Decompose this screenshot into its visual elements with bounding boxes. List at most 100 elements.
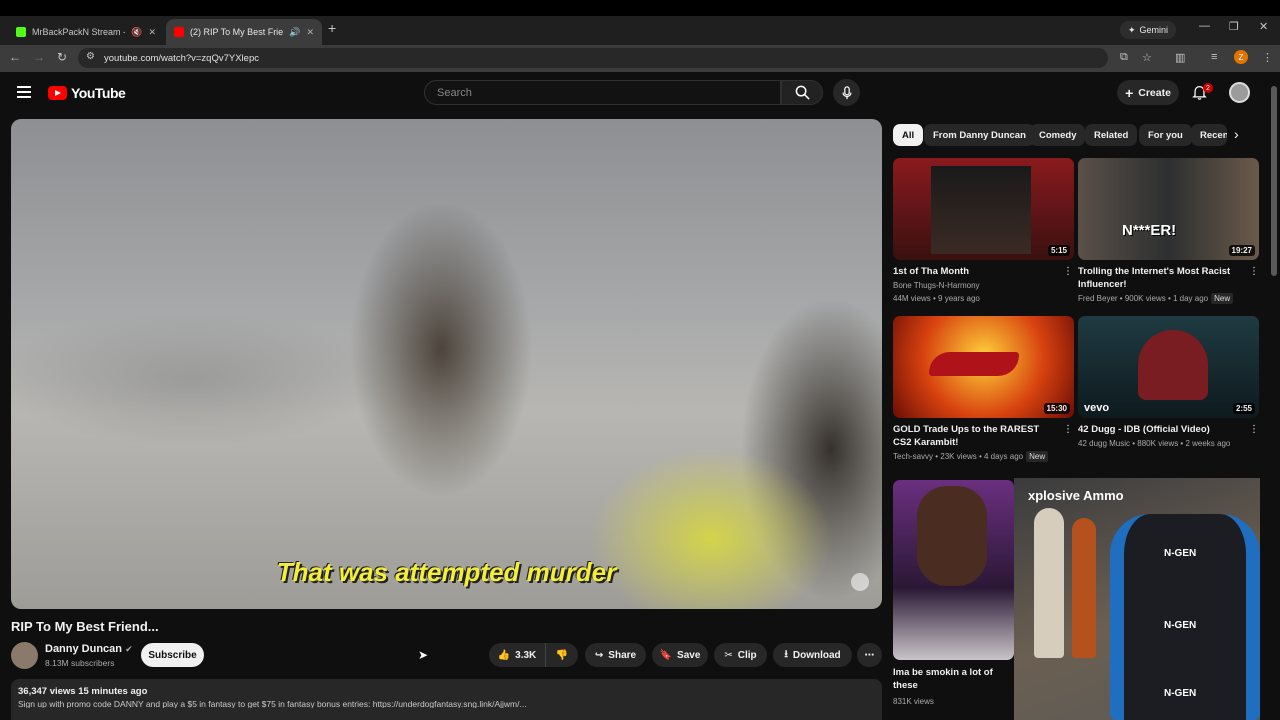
muted-icon[interactable]: 🔇: [131, 27, 142, 38]
video-player[interactable]: That was attempted murder: [11, 119, 882, 609]
channel-name[interactable]: Danny Duncan ✔: [45, 643, 133, 655]
chevron-right-icon[interactable]: ›: [1234, 126, 1239, 142]
rec-meta: 44M views • 9 years ago: [893, 294, 980, 303]
new-tab-button[interactable]: +: [328, 20, 336, 36]
media-control-icon[interactable]: ≡: [1211, 51, 1217, 63]
duration-badge: 5:15: [1047, 245, 1070, 256]
subscribe-button[interactable]: Subscribe: [141, 643, 204, 667]
hamburger-menu-icon[interactable]: [17, 86, 31, 101]
rec-thumbnail[interactable]: vevo 2:55: [1078, 316, 1259, 418]
duration-badge: 15:30: [1043, 403, 1070, 414]
chip-related[interactable]: Related: [1085, 124, 1138, 146]
channel-avatar[interactable]: [11, 642, 38, 669]
microphone-icon: [841, 85, 852, 99]
minimize-icon[interactable]: —: [1199, 20, 1210, 32]
youtube-favicon-icon: [174, 27, 184, 37]
search-button[interactable]: [781, 80, 823, 105]
rec-channel[interactable]: Bone Thugs-N-Harmony: [893, 281, 980, 290]
tab-bar: MrBackPackN Stream - Wa 🔇 ✕ (2) RIP To M…: [0, 16, 1280, 45]
chip-comedy[interactable]: Comedy: [1030, 124, 1086, 146]
like-button[interactable]: 👍 3.3K: [489, 643, 545, 667]
audio-icon[interactable]: 🔊: [289, 27, 300, 38]
back-icon[interactable]: ←: [9, 50, 21, 64]
thumbs-up-icon: 👍: [497, 649, 511, 661]
install-icon[interactable]: ⧉: [1120, 51, 1128, 64]
more-horizontal-icon: ⋯: [864, 649, 875, 661]
knife-shape: [929, 352, 1019, 376]
gemini-button[interactable]: ✦ Gemini: [1120, 21, 1177, 39]
description-text: Sign up with promo code DANNY and play a…: [18, 699, 527, 708]
url-field[interactable]: ⚙ youtube.com/watch?v=zqQv7YXlepc: [78, 48, 1108, 68]
bullet-shape: [1072, 518, 1096, 658]
page-scrollbar[interactable]: [1271, 86, 1277, 276]
tab-stream[interactable]: MrBackPackN Stream - Wa 🔇 ✕: [8, 19, 164, 45]
reload-icon[interactable]: ↻: [57, 50, 67, 64]
views-and-date: 36,347 views 15 minutes ago: [18, 686, 148, 697]
sidepanel-icon[interactable]: ▥: [1175, 51, 1185, 64]
rec-channel-meta: 42 dugg Music • 880K views • 2 weeks ago: [1078, 439, 1231, 448]
rec-title[interactable]: Ima be smokin a lot of these: [893, 666, 1003, 692]
chip-from-channel[interactable]: From Danny Duncan: [924, 124, 1035, 146]
vevo-logo: vevo: [1084, 402, 1110, 414]
download-icon: ⭳: [784, 648, 788, 660]
rec-title[interactable]: Trolling the Internet's Most Racist Infl…: [1078, 265, 1243, 291]
channel-watermark-icon[interactable]: [851, 573, 869, 591]
search-input[interactable]: Search: [424, 80, 781, 105]
dislike-button[interactable]: 👎: [545, 643, 578, 667]
download-button[interactable]: ⭳ Download: [773, 643, 852, 667]
forward-icon[interactable]: →: [33, 50, 45, 64]
top-strip: [0, 0, 1280, 16]
sparkle-icon: ✦: [1128, 24, 1136, 35]
restore-icon[interactable]: ❐: [1229, 20, 1239, 33]
site-info-icon[interactable]: ⚙: [86, 51, 95, 62]
thumbnail-image: [931, 166, 1031, 254]
chair-brand-text: N-GEN: [1164, 688, 1197, 699]
rec-thumbnail[interactable]: N***ER! 19:27: [1078, 158, 1259, 260]
youtube-logo[interactable]: YouTube: [48, 85, 126, 101]
youtube-play-icon: [48, 86, 67, 100]
rec-thumbnail-short[interactable]: [893, 480, 1014, 660]
share-icon: ↪: [594, 649, 604, 661]
rec-title[interactable]: 42 Dugg - IDB (Official Video): [1078, 423, 1243, 436]
chip-for-you[interactable]: For you: [1139, 124, 1192, 146]
thumbnail-image: [917, 486, 987, 586]
voice-search-button[interactable]: [833, 79, 860, 106]
menu-icon[interactable]: ⋮: [1262, 51, 1273, 64]
thumbs-down-icon: 👎: [555, 649, 569, 661]
duration-badge: 2:55: [1232, 403, 1255, 414]
verified-icon: ✔: [125, 644, 133, 654]
more-vert-icon[interactable]: ⋮: [1063, 424, 1073, 435]
more-vert-icon[interactable]: ⋮: [1249, 266, 1259, 277]
rec-thumbnail[interactable]: 5:15: [893, 158, 1074, 260]
save-button[interactable]: 🔖 Save: [652, 643, 708, 667]
account-avatar[interactable]: [1229, 82, 1250, 103]
more-vert-icon[interactable]: ⋮: [1063, 266, 1073, 277]
stream-overlay: xplosive Ammo N-GEN N-GEN N-GEN: [1014, 478, 1260, 720]
more-actions-button[interactable]: ⋯: [857, 643, 882, 667]
share-button[interactable]: ↪ Share: [585, 643, 646, 667]
new-badge: New: [1211, 293, 1234, 304]
rec-title[interactable]: GOLD Trade Ups to the RAREST CS2 Karambi…: [893, 423, 1058, 449]
create-button[interactable]: + Create: [1117, 80, 1179, 105]
close-tab-icon[interactable]: ✕: [148, 27, 156, 38]
video-title: RIP To My Best Friend...: [11, 619, 159, 634]
rec-thumbnail[interactable]: 15:30: [893, 316, 1074, 418]
tab-youtube[interactable]: (2) RIP To My Best Friend... 🔊 ✕: [166, 19, 322, 45]
clip-button[interactable]: ✂ Clip: [714, 643, 767, 667]
rec-title[interactable]: 1st of Tha Month: [893, 265, 1058, 278]
chair-brand-text: N-GEN: [1164, 620, 1197, 631]
bookmark-star-icon[interactable]: ☆: [1142, 51, 1152, 64]
cartridge-shape: [1034, 508, 1064, 658]
chip-recent[interactable]: Recen: [1191, 124, 1227, 146]
notification-count-badge: 2: [1203, 83, 1213, 93]
bookmark-icon: 🔖: [659, 649, 673, 661]
thumbnail-image: [1138, 330, 1208, 400]
close-tab-icon[interactable]: ✕: [306, 27, 314, 38]
profile-avatar[interactable]: Z: [1234, 50, 1248, 64]
kick-favicon-icon: [16, 27, 26, 37]
chair-brand-text: N-GEN: [1164, 548, 1197, 559]
mouse-cursor-icon: ➤: [418, 648, 429, 662]
close-window-icon[interactable]: ✕: [1259, 20, 1268, 33]
chip-all[interactable]: All: [893, 124, 924, 146]
more-vert-icon[interactable]: ⋮: [1249, 424, 1259, 435]
